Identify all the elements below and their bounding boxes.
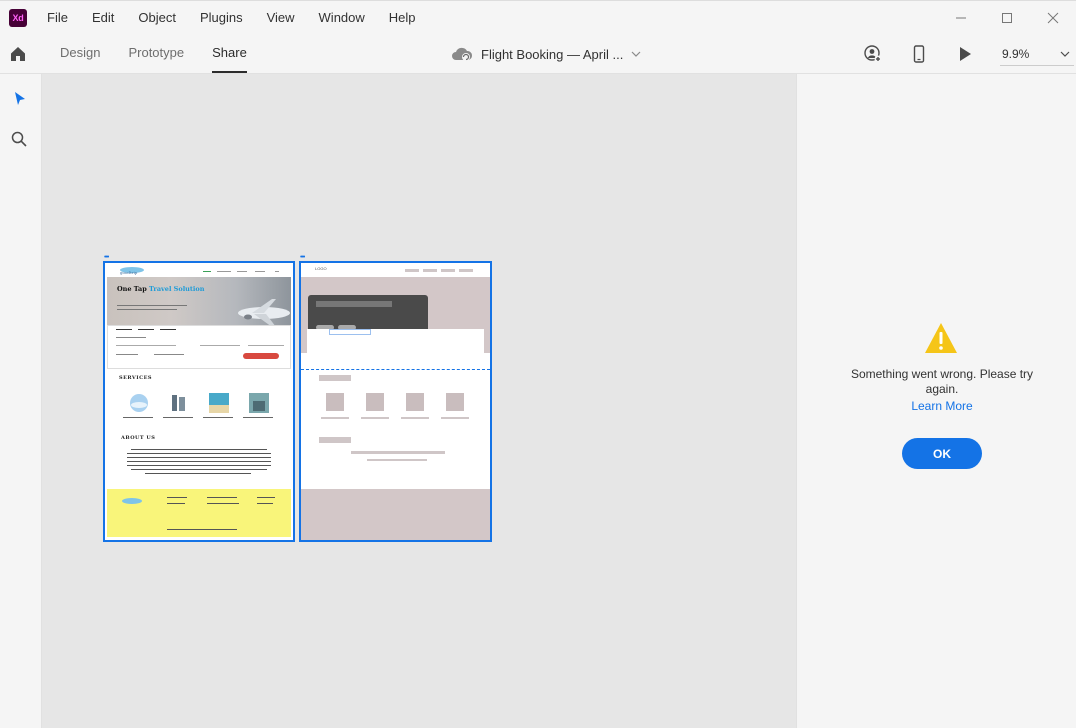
menu-view[interactable]: View <box>267 10 295 25</box>
wireframe-logo: LOGO <box>315 266 327 271</box>
tab-share[interactable]: Share <box>212 34 247 74</box>
zoom-search-icon <box>11 131 27 147</box>
cloud-sync-icon <box>451 46 473 62</box>
service-globe-image <box>130 394 148 412</box>
play-preview-button[interactable] <box>954 43 976 65</box>
menu-edit[interactable]: Edit <box>92 10 114 25</box>
wireframe-image-placeholder <box>326 393 344 411</box>
zoom-tool-button[interactable] <box>8 128 30 150</box>
menu-object[interactable]: Object <box>138 10 176 25</box>
mode-bar: Design Prototype Share Flight Booking — … <box>0 34 1076 74</box>
zoom-value: 9.9% <box>1002 46 1030 61</box>
menu-file[interactable]: File <box>47 10 68 25</box>
footer-logo-icon <box>122 498 142 504</box>
share-panel: Something went wrong. Please try again. … <box>796 74 1076 728</box>
mobile-device-icon <box>913 45 925 63</box>
xd-app-icon[interactable]: Xd <box>9 8 27 27</box>
share-tools: 9.9% <box>862 34 1076 74</box>
about-heading: ABOUT US <box>121 435 156 441</box>
document-title-dropdown[interactable]: Flight Booking — April ... <box>451 34 641 74</box>
search-flights-button <box>243 353 279 359</box>
menu-window[interactable]: Window <box>319 10 365 25</box>
error-message: Something went wrong. Please try again. <box>850 367 1034 396</box>
service-beach-image <box>209 393 229 413</box>
artboard-nav: goodtrip <box>105 263 293 277</box>
warning-icon <box>925 323 957 353</box>
menu-help[interactable]: Help <box>389 10 416 25</box>
close-icon <box>1047 12 1059 24</box>
service-hotel-image <box>172 395 185 411</box>
learn-more-link[interactable]: Learn More <box>837 399 1047 413</box>
menu-bar: Xd File Edit Object Plugins View Window … <box>0 0 1076 34</box>
chevron-down-icon <box>631 50 641 58</box>
minimize-icon <box>956 17 966 19</box>
left-toolbar <box>0 74 42 728</box>
ok-button[interactable]: OK <box>902 438 982 469</box>
design-canvas[interactable]: ••• goodtrip One Tap Travel Solution SER… <box>42 74 796 728</box>
main-menu: File Edit Object Plugins View Window Hel… <box>47 10 440 25</box>
wireframe-image-placeholder <box>446 393 464 411</box>
tab-design[interactable]: Design <box>60 34 100 74</box>
zoom-dropdown[interactable]: 9.9% <box>1000 42 1074 66</box>
service-tour-image <box>249 393 269 413</box>
hero-title-part2: Travel Solution <box>149 285 205 293</box>
close-button[interactable] <box>1030 1 1076 35</box>
device-preview-button[interactable] <box>908 43 930 65</box>
artboard-footer <box>107 489 291 537</box>
window-controls <box>938 1 1076 35</box>
home-icon <box>11 47 25 61</box>
services-heading: SERVICES <box>119 375 153 381</box>
artboard-home-design[interactable]: goodtrip One Tap Travel Solution SERVICE… <box>103 261 295 542</box>
brand-logo-icon: goodtrip <box>120 267 144 275</box>
chevron-down-icon <box>1060 51 1070 57</box>
home-button[interactable] <box>7 43 29 65</box>
add-user-icon <box>864 45 882 63</box>
wireframe-search-card <box>307 329 484 369</box>
svg-text:goodtrip: goodtrip <box>120 270 138 275</box>
flight-search-card <box>107 325 291 369</box>
hero-title-part1: One Tap <box>117 285 147 293</box>
select-tool-button[interactable] <box>8 88 30 110</box>
document-title: Flight Booking — April ... <box>481 46 624 62</box>
wireframe-footer <box>301 489 490 540</box>
play-icon <box>960 47 971 61</box>
artboard-wireframe[interactable]: LOGO <box>299 261 492 542</box>
wireframe-image-placeholder <box>406 393 424 411</box>
fold-line <box>301 369 490 370</box>
mode-tabs: Design Prototype Share <box>60 34 275 74</box>
tab-prototype[interactable]: Prototype <box>128 34 184 74</box>
maximize-button[interactable] <box>984 1 1030 35</box>
hero-title: One Tap Travel Solution <box>117 285 204 293</box>
select-icon <box>15 92 25 105</box>
minimize-button[interactable] <box>938 1 984 35</box>
maximize-icon <box>1002 13 1012 23</box>
wireframe-image-placeholder <box>366 393 384 411</box>
menu-plugins[interactable]: Plugins <box>200 10 243 25</box>
invite-user-button[interactable] <box>862 43 884 65</box>
